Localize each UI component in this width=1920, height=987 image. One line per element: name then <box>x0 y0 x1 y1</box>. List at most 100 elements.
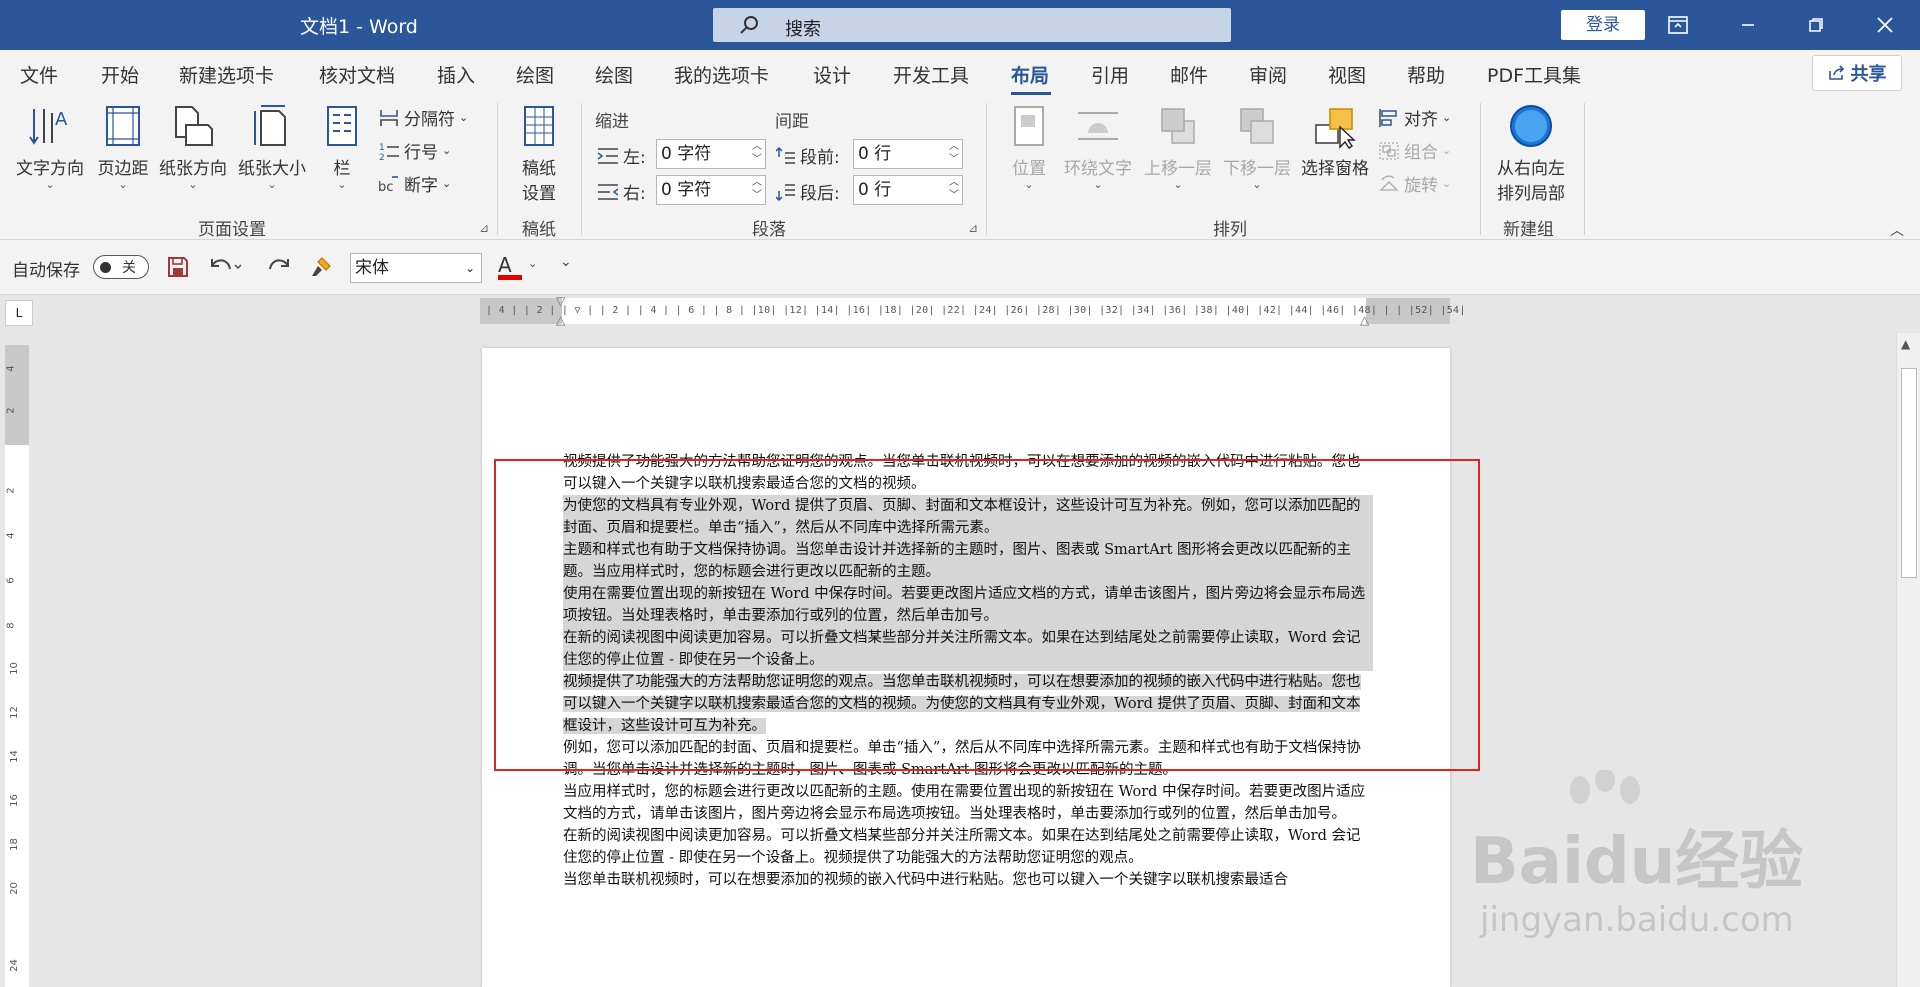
redo-icon <box>269 259 289 270</box>
columns-button[interactable]: 栏 ⌄ <box>320 103 364 191</box>
tab-home[interactable]: 开始 <box>101 61 139 88</box>
spin-arrows-icon[interactable]: ︿ ﹀ <box>949 140 959 166</box>
paragraph-dialog-launcher[interactable]: ⊿ <box>968 221 978 235</box>
tab-insert[interactable]: 插入 <box>437 61 475 88</box>
chevron-down-icon: ⌄ <box>1093 178 1103 191</box>
spin-arrows-icon[interactable]: ︿ ﹀ <box>752 140 762 166</box>
redo-button[interactable] <box>266 255 292 283</box>
send-backward-button[interactable]: 下移一层 ⌄ <box>1219 103 1295 191</box>
hanging-indent-handle[interactable]: △ <box>556 313 565 327</box>
minimize-button[interactable] <box>1718 0 1778 50</box>
tab-proofing[interactable]: 核对文档 <box>319 61 395 88</box>
svg-text:1: 1 <box>379 143 385 153</box>
scroll-up-icon[interactable]: ▲ <box>1901 337 1910 351</box>
orientation-button[interactable]: 纸张方向 ⌄ <box>155 103 231 191</box>
selection-pane-button[interactable]: 选择窗格 <box>1297 103 1373 179</box>
indent-right-input[interactable]: 0 字符 ︿ ﹀ <box>656 175 766 205</box>
chevron-down-icon[interactable]: ⌄ <box>528 257 537 270</box>
search-input[interactable]: 搜索 <box>713 8 1231 42</box>
paragraph-selected[interactable]: 为使您的文档具有专业外观，Word 提供了页眉、页脚、封面和文本框设计，这些设计… <box>563 495 1373 539</box>
restore-button[interactable] <box>1786 0 1846 50</box>
tab-layout[interactable]: 布局 <box>1011 61 1049 88</box>
tab-file[interactable]: 文件 <box>20 61 58 88</box>
tab-help[interactable]: 帮助 <box>1407 61 1445 88</box>
document-page[interactable]: 视频提供了功能强大的方法帮助您证明您的观点。当您单击联机视频时，可以在想要添加的… <box>482 348 1450 987</box>
line-numbers-label: 行号 <box>404 143 438 163</box>
customize-qat-icon[interactable]: ⌄ <box>560 254 572 270</box>
horizontal-ruler[interactable]: | 4 | | 2 | | ▽ | | 2 | | 4 | | 6 | | 8 … <box>480 294 1465 327</box>
share-button[interactable]: 共享 <box>1812 55 1902 91</box>
paragraph[interactable]: 当您单击联机视频时，可以在想要添加的视频的嵌入代码中进行粘贴。您也可以键入一个关… <box>563 869 1373 891</box>
save-button[interactable] <box>166 255 190 283</box>
tab-selector[interactable]: L <box>5 300 33 326</box>
ribbon-tabs: 文件 开始 新建选项卡 核对文档 插入 绘图 绘图 我的选项卡 设计 开发工具 … <box>0 50 1920 95</box>
spin-arrows-icon[interactable]: ︿ ﹀ <box>949 176 959 202</box>
spacing-before-input[interactable]: 0 行 ︿ ﹀ <box>853 139 963 169</box>
right-indent-handle[interactable]: △ <box>1360 313 1369 327</box>
tab-stop-icon: L <box>15 306 23 320</box>
paragraph[interactable]: 视频提供了功能强大的方法帮助您证明您的观点。当您单击联机视频时，可以在想要添加的… <box>563 451 1373 495</box>
tab-my-tab[interactable]: 我的选项卡 <box>674 61 769 88</box>
tab-mailings[interactable]: 邮件 <box>1170 61 1208 88</box>
size-button[interactable]: 纸张大小 ⌄ <box>234 103 310 191</box>
paragraph[interactable]: 视频提供了功能强大的方法帮助您证明您的观点。当您单击联机视频时，可以在想要添加的… <box>563 671 1373 737</box>
group-icon <box>1379 141 1399 160</box>
tab-developer[interactable]: 开发工具 <box>893 61 969 88</box>
chevron-down-icon: ⌄ <box>442 144 452 157</box>
paragraph-selected[interactable]: 使用在需要位置出现的新按钮在 Word 中保存时间。若要更改图片适应文档的方式，… <box>563 583 1373 627</box>
position-button[interactable]: 位置 ⌄ <box>1004 103 1054 191</box>
autosave-label: 自动保存 <box>12 261 80 281</box>
bring-forward-button[interactable]: 上移一层 ⌄ <box>1140 103 1216 191</box>
login-button[interactable]: 登录 <box>1561 10 1645 40</box>
indent-left-input[interactable]: 0 字符 ︿ ﹀ <box>656 139 766 169</box>
font-color-button[interactable]: A <box>498 253 522 280</box>
paragraph-text: 在新的阅读视图中阅读更加容易。可以折叠文档某些部分并关注所需文本。如果在达到结尾… <box>563 828 1361 866</box>
autosave-toggle[interactable]: 关 <box>93 255 149 279</box>
tab-design[interactable]: 设计 <box>813 61 851 88</box>
share-label: 共享 <box>1850 64 1887 85</box>
rotate-button[interactable]: 旋转 ⌄ <box>1378 171 1451 196</box>
text-direction-button[interactable]: A 文字方向 ⌄ <box>12 103 88 191</box>
group-objects-button[interactable]: 组合 ⌄ <box>1378 138 1451 163</box>
tab-new-tab[interactable]: 新建选项卡 <box>179 61 274 88</box>
close-button[interactable] <box>1855 0 1915 50</box>
spacing-after-input[interactable]: 0 行 ︿ ﹀ <box>853 175 963 205</box>
paragraph-selected[interactable]: 主题和样式也有助于文档保持协调。当您单击设计并选择新的主题时，图片、图表或 Sm… <box>563 539 1373 583</box>
ribbon-display-options-button[interactable] <box>1648 0 1708 50</box>
document-body[interactable]: 视频提供了功能强大的方法帮助您证明您的观点。当您单击联机视频时，可以在想要添加的… <box>563 451 1373 891</box>
spin-arrows-icon[interactable]: ︿ ﹀ <box>752 176 762 202</box>
rtl-arrange-button[interactable]: 从右向左 排列局部 <box>1490 103 1572 204</box>
line-numbers-button[interactable]: 12 行号 ⌄ <box>378 138 452 164</box>
window-title: 文档1 - Word <box>300 16 418 38</box>
tab-pdf-tools[interactable]: PDF工具集 <box>1487 61 1581 88</box>
paragraph[interactable]: 当应用样式时，您的标题会进行更改以匹配新的主题。使用在需要位置出现的新按钮在 W… <box>563 781 1373 825</box>
tab-draw-1[interactable]: 绘图 <box>516 61 554 88</box>
collapse-ribbon-icon[interactable]: ︿ <box>1890 220 1904 240</box>
save-icon <box>168 257 188 277</box>
page-setup-dialog-launcher[interactable]: ⊿ <box>479 221 489 235</box>
paragraph-selected[interactable]: 在新的阅读视图中阅读更加容易。可以折叠文档某些部分并关注所需文本。如果在达到结尾… <box>563 627 1373 671</box>
paragraph[interactable]: 在新的阅读视图中阅读更加容易。可以折叠文档某些部分并关注所需文本。如果在达到结尾… <box>563 825 1373 869</box>
font-name-select[interactable]: 宋体 ⌄ <box>350 253 482 283</box>
format-painter-button[interactable] <box>308 254 334 284</box>
tab-review[interactable]: 审阅 <box>1249 61 1287 88</box>
manuscript-settings-button[interactable]: 稿纸 设置 <box>509 103 569 204</box>
margins-button[interactable]: 页边距 ⌄ <box>93 103 153 191</box>
hyphenation-button[interactable]: bc 断字 ⌄ <box>378 171 451 196</box>
scrollbar-thumb[interactable] <box>1901 368 1917 578</box>
indent-right-icon <box>598 183 619 200</box>
tab-references[interactable]: 引用 <box>1091 61 1129 88</box>
tab-view[interactable]: 视图 <box>1328 61 1366 88</box>
chevron-down-icon: ⌄ <box>1442 111 1452 124</box>
align-button[interactable]: 对齐 ⌄ <box>1378 105 1451 130</box>
wrap-text-button[interactable]: 环绕文字 ⌄ <box>1060 103 1136 191</box>
tab-draw-2[interactable]: 绘图 <box>595 61 633 88</box>
undo-button[interactable] <box>208 255 242 283</box>
vertical-ruler[interactable]: 4 2 2 4 6 8 10 12 14 16 18 20 24 <box>5 345 29 987</box>
svg-text:A: A <box>55 109 68 130</box>
paragraph-text: 例如，您可以添加匹配的封面、页眉和提要栏。单击“插入”，然后从不同库中选择所需元… <box>563 740 1361 778</box>
breaks-button[interactable]: 分隔符 ⌄ <box>378 105 468 130</box>
paragraph[interactable]: 例如，您可以添加匹配的封面、页眉和提要栏。单击“插入”，然后从不同库中选择所需元… <box>563 737 1373 781</box>
first-line-indent-handle[interactable]: ▽ <box>556 294 565 308</box>
paragraph-text: 视频提供了功能强大的方法帮助您证明您的观点。当您单击联机视频时，可以在想要添加的… <box>563 454 1361 492</box>
